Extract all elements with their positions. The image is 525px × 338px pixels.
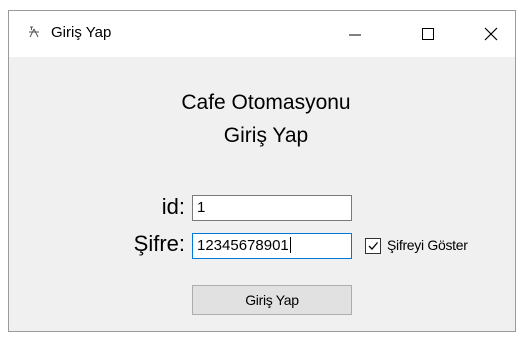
window-title: Giriş Yap [51, 24, 112, 41]
app-name-heading: Cafe Otomasyonu [181, 91, 351, 114]
minimize-button[interactable] [327, 11, 383, 57]
app-icon [27, 25, 41, 39]
id-label: id: [161, 194, 185, 219]
title-bar[interactable]: Giriş Yap [9, 11, 515, 57]
checkmark-icon [368, 242, 378, 250]
close-button[interactable] [463, 11, 519, 57]
password-field[interactable]: 12345678901 [192, 233, 352, 259]
password-field-value: 12345678901 [197, 237, 289, 254]
maximize-button[interactable] [401, 11, 457, 57]
login-heading: Giriş Yap [223, 124, 309, 147]
close-icon [484, 27, 498, 41]
login-button[interactable]: Giriş Yap [192, 285, 352, 315]
id-field[interactable]: 1 [192, 195, 352, 221]
maximize-icon [422, 28, 434, 40]
minimize-icon [349, 34, 361, 36]
password-label: Şifre: [133, 231, 185, 256]
id-field-value: 1 [197, 199, 206, 216]
text-caret [289, 237, 291, 253]
login-window: Giriş Yap Cafe Otomasyonu Giriş Yap id: … [8, 10, 516, 332]
show-password-label[interactable]: Şifreyi Göster [387, 237, 468, 253]
show-password-checkbox[interactable] [365, 238, 381, 254]
